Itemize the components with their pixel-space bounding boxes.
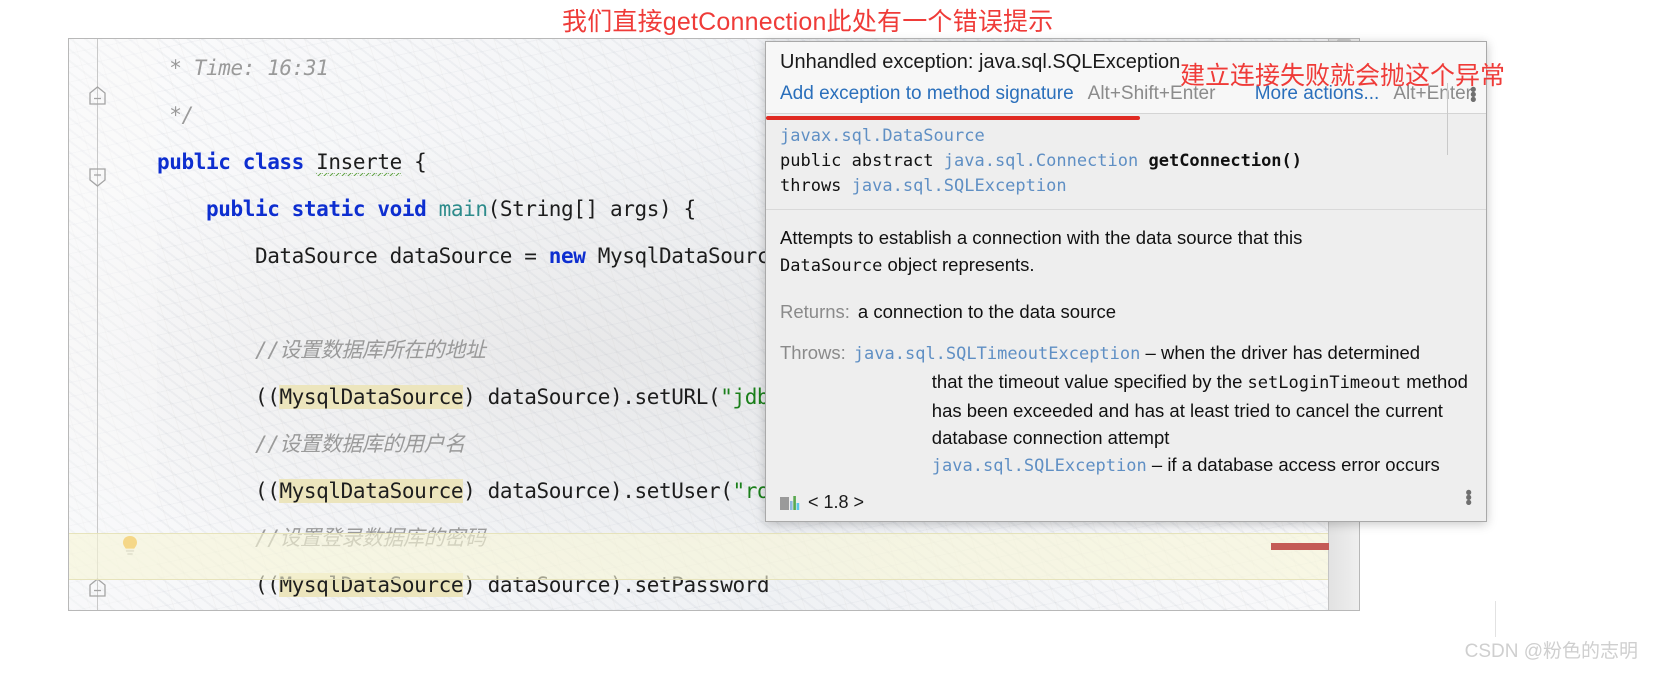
kebab-menu-icon[interactable]: • • • <box>1465 484 1472 513</box>
signature-method-name: getConnection() <box>1148 151 1303 171</box>
throws-desc-0b-mono: setLoginTimeout <box>1247 373 1402 393</box>
popup-footer: < 1.8 > • • • <box>766 484 1486 521</box>
signature-owner: javax.sql.DataSource <box>780 126 985 146</box>
code-token: public class <box>157 150 317 174</box>
code-line[interactable] <box>157 609 1359 610</box>
throws-desc-0b-wrap: that the timeout value specified by the … <box>854 371 1468 393</box>
code-token: public static void <box>205 197 439 221</box>
javadoc-body: Attempts to establish a connection with … <box>766 210 1486 488</box>
signature-modifiers: public abstract <box>780 151 944 171</box>
javadoc-returns: Returns: a connection to the data source <box>780 298 1472 325</box>
throws-desc-1a: if a database access error occurs <box>1167 454 1440 475</box>
fold-collapse-icon[interactable] <box>87 167 108 188</box>
code-token: Inserte <box>316 150 402 176</box>
code-token: "ro <box>732 479 770 503</box>
code-token: (String[] args) { <box>487 197 697 221</box>
jdk-version-label[interactable]: < 1.8 > <box>808 492 864 513</box>
javadoc-description: Attempts to establish a connection with … <box>780 224 1472 280</box>
javadoc-throws: Throws: java.sql.SQLTimeoutException – w… <box>780 339 1472 480</box>
watermark: CSDN @粉色的志明 <box>1464 641 1638 662</box>
code-token: ) dataSource).setURL( <box>463 385 721 409</box>
intention-popup[interactable]: Unhandled exception: java.sql.SQLExcepti… <box>765 41 1487 522</box>
code-token: new <box>548 244 598 268</box>
watermark-divider <box>1495 601 1496 637</box>
code-token: //设置数据库的用户名 <box>157 432 465 456</box>
description-mono-type: DataSource <box>780 256 883 276</box>
editor-gutter[interactable] <box>69 39 157 610</box>
code-token: */ <box>157 103 194 127</box>
throws-entries: java.sql.SQLTimeoutException – when the … <box>854 339 1472 480</box>
returns-value: a connection to the data source <box>857 301 1117 322</box>
gutter-divider <box>97 39 98 610</box>
code-token: (( <box>157 385 280 409</box>
returns-label: Returns: <box>780 301 850 322</box>
error-stripe-marker[interactable] <box>1271 543 1329 550</box>
code-token: main <box>438 197 488 221</box>
code-token: * Time: 16:31 <box>157 56 329 80</box>
fold-collapse-icon[interactable] <box>87 85 108 106</box>
code-token: "jdb <box>720 385 770 409</box>
signature-throws-type: java.sql.SQLException <box>851 176 1067 196</box>
throws-dash-1: – <box>1151 454 1163 475</box>
signature-throws-keyword: throws <box>780 176 852 196</box>
code-token: MysqlDataSource <box>279 479 464 503</box>
throws-desc-0b-pre: that the timeout value specified by the <box>931 371 1248 392</box>
method-signature: javax.sql.DataSource public abstract jav… <box>766 114 1486 210</box>
add-exception-to-signature-link[interactable]: Add exception to method signature <box>780 83 1074 105</box>
top-annotation-text: 我们直接getConnection此处有一个错误提示 <box>562 8 1054 36</box>
signature-return-type: java.sql.Connection <box>943 151 1139 171</box>
throws-desc-0d: database connection attempt <box>931 427 1170 448</box>
code-token: MysqlDataSource <box>279 385 464 409</box>
throws-desc-0a: when the driver has determined <box>1160 342 1421 363</box>
throws-entry-1: java.sql.SQLException – if a database ac… <box>854 454 1440 476</box>
code-token: DataSource dataSource = <box>157 244 549 268</box>
throws-label: Throws: <box>780 342 846 363</box>
throws-dash-0: – <box>1145 342 1156 363</box>
fold-collapse-icon[interactable] <box>87 577 108 598</box>
jdk-module-icon <box>780 494 800 512</box>
throws-desc-0b-post: method <box>1401 371 1468 392</box>
code-token: //设置数据库所在的地址 <box>157 338 486 362</box>
caret-line-highlight <box>69 533 1329 580</box>
throws-type-0[interactable]: java.sql.SQLTimeoutException <box>854 344 1141 364</box>
throws-type-1[interactable]: java.sql.SQLException <box>932 456 1147 476</box>
screenshot-root: 我们直接getConnection此处有一个错误提示 * Time: 16:31… <box>0 0 1656 673</box>
red-underline-annotation <box>766 116 1140 120</box>
popup-header-divider <box>1447 83 1448 155</box>
description-line-2: object represents. <box>882 254 1035 275</box>
popup-title: Unhandled exception: java.sql.SQLExcepti… <box>780 51 1181 73</box>
description-line-1: Attempts to establish a connection with … <box>780 227 1303 248</box>
code-token: ) dataSource).setUser( <box>463 479 733 503</box>
code-token: { <box>401 150 427 174</box>
right-annotation-text: 建立连接失败就会抛这个异常 <box>1180 62 1506 90</box>
code-token: (( <box>157 479 280 503</box>
throws-desc-0c: has been exceeded and has at least tried… <box>931 400 1443 421</box>
